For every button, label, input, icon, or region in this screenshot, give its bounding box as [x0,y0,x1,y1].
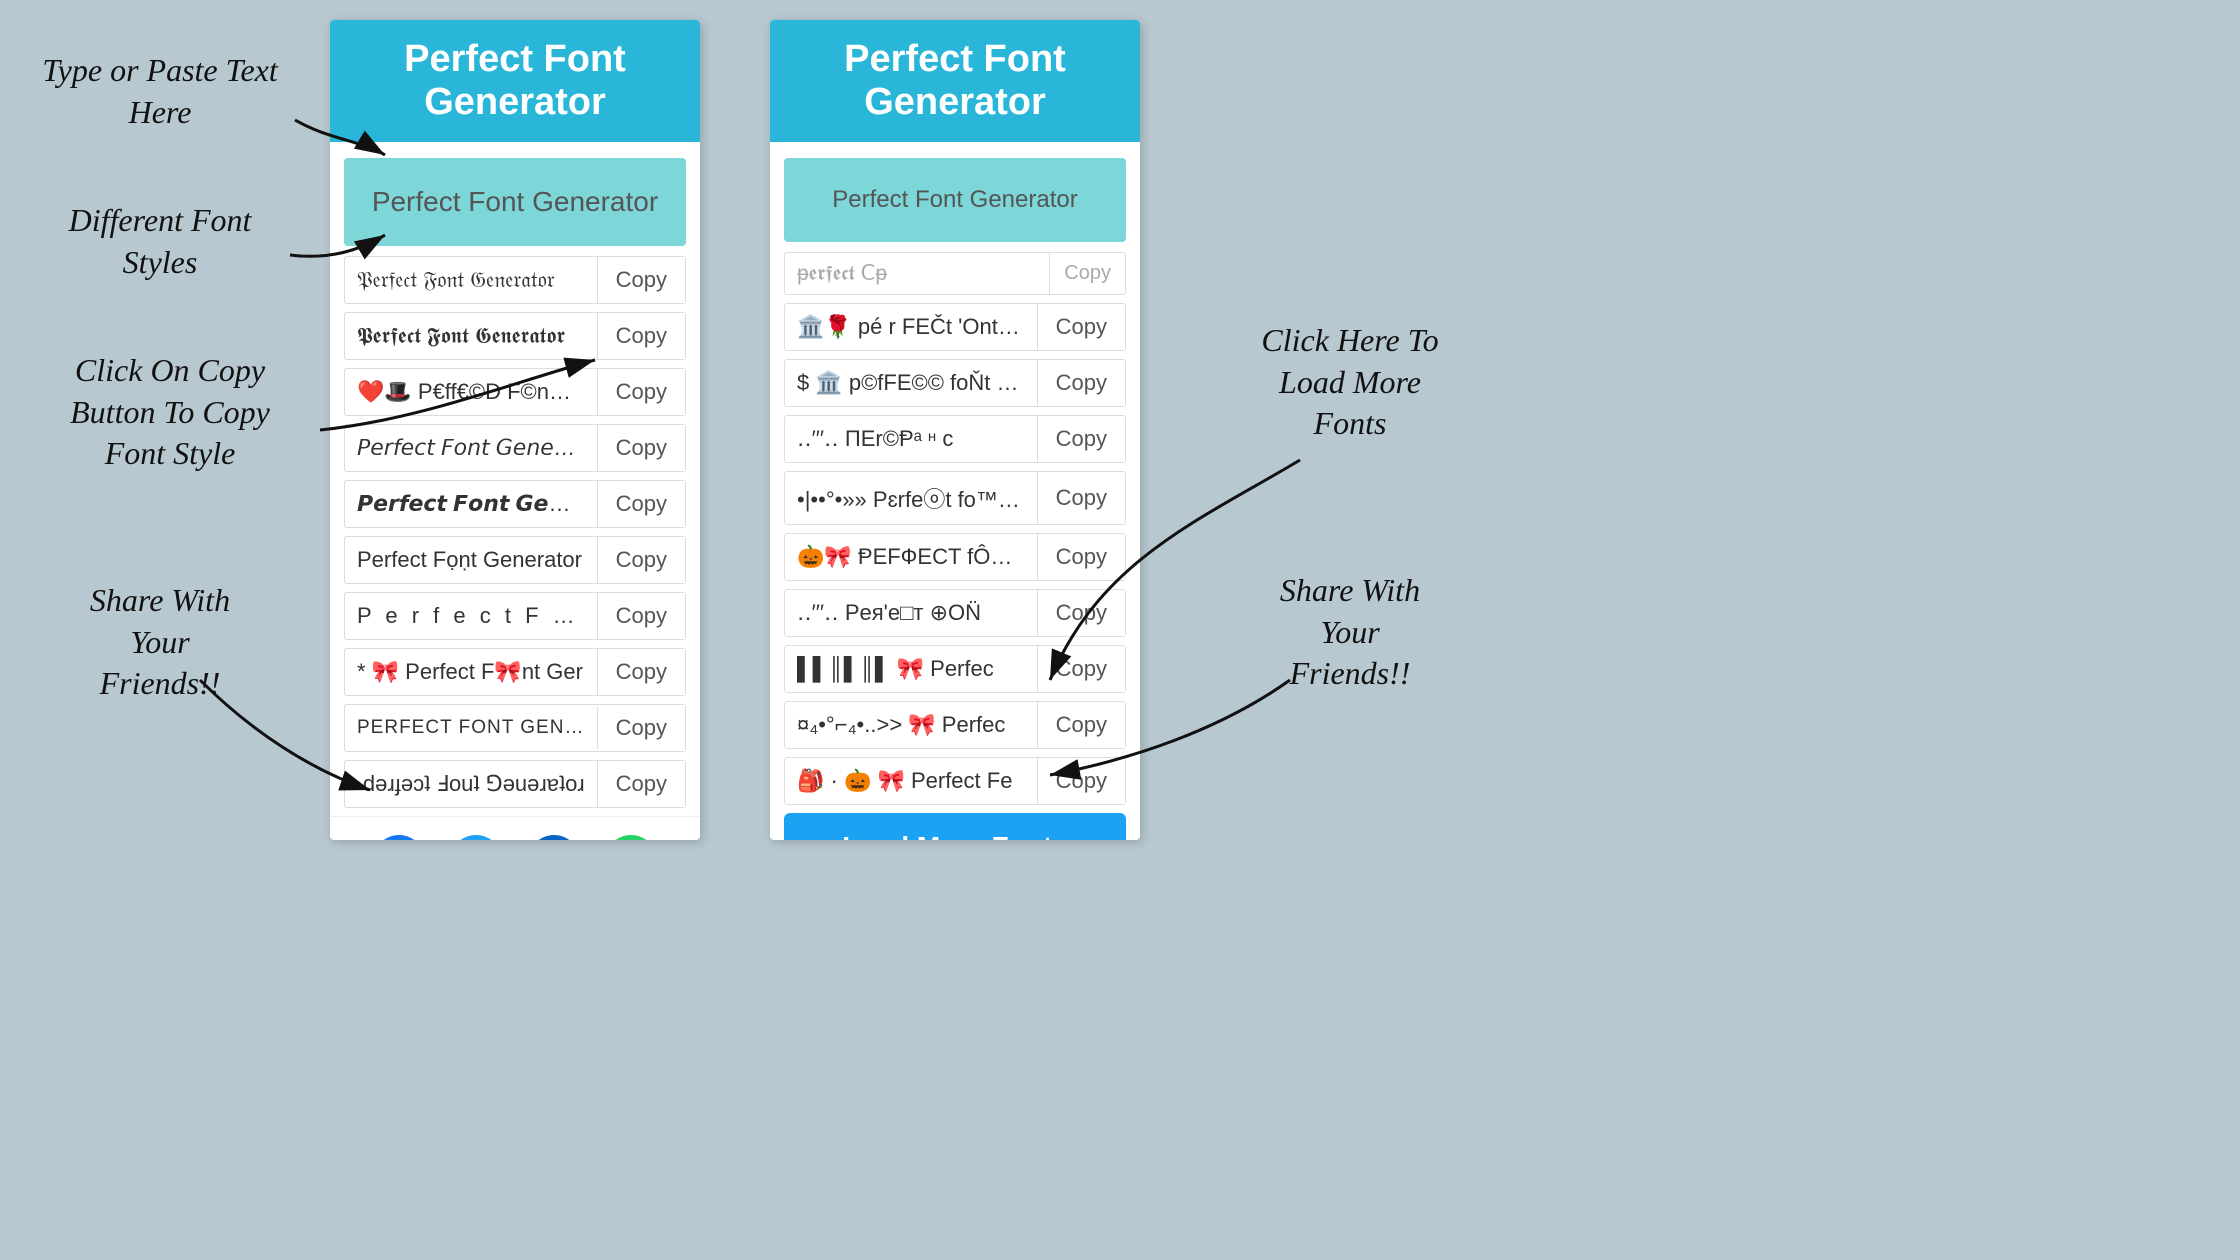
left-panel-header: Perfect Font Generator [330,20,700,142]
font-text: ❤️🎩 P€ff€©D F©n© g€ [345,369,598,415]
table-row: ¤₄•°⌐₄•..>> 🎀 Perfec Copy [784,701,1126,749]
copy-button[interactable]: Copy [1038,702,1125,748]
copy-button[interactable]: Copy [1038,475,1125,521]
copy-button-faded[interactable]: Copy [1050,254,1125,293]
font-text: Perfect Fọṇt Generator [345,537,598,583]
copy-button[interactable]: Copy [598,313,685,359]
font-text: ¤₄•°⌐₄•..>> 🎀 Perfec [785,702,1038,748]
right-panel: Perfect Font Generator Perfect Font Gene… [770,20,1140,840]
annotation-type-paste: Type or Paste TextHere [30,50,290,133]
left-panel-title: Perfect Font Generator [350,38,680,124]
copy-button[interactable]: Copy [598,593,685,639]
copy-button[interactable]: Copy [1038,416,1125,462]
table-row: 𝘗𝘦𝘳𝘧𝘦𝘤𝘵 𝘍𝘰𝘯𝘵 𝘎𝘦𝘯𝘦𝘳𝘢𝘵 Copy [344,424,686,472]
right-input-area[interactable]: Perfect Font Generator [784,158,1126,242]
font-text: •|••°•»» Pɛrfeⓞt fo™ ge⊗ [785,472,1038,524]
table-row: ᵽ𝖊𝖗𝖋𝖊𝖈𝖙 Ⅽᵽ Copy [784,252,1126,295]
right-panel-title: Perfect Font Generator [790,38,1120,124]
font-text: PERFECT FONT GENERATOR [345,707,598,749]
table-row: 🏛️🌹 pé r FEČt 'Ont gEŃ Copy [784,303,1126,351]
copy-button[interactable]: Copy [1038,360,1125,406]
table-row: ‥′′′‥ Pея'е□т ⊕ON̈ Copy [784,589,1126,637]
copy-button[interactable]: Copy [1038,758,1125,804]
copy-button[interactable]: Copy [598,425,685,471]
copy-button[interactable]: Copy [598,537,685,583]
table-row: ‥′′′‥ ΠEr©Ᵽᵃ ᵸ c Copy [784,415,1126,463]
copy-button[interactable]: Copy [1038,590,1125,636]
font-text: ɹoʇɐɹǝuǝ⅁ ʇuoℲ ʇɔǝɟɹǝd [345,761,598,807]
table-row: PERFECT FONT GENERATOR Copy [344,704,686,752]
font-text: ▌▌║▌║▌ 🎀 Perfec [785,646,1038,692]
left-panel: Perfect Font Generator Perfect Font Gene… [330,20,700,840]
table-row: * 🎀 Perfect F🎀nt Ger Copy [344,648,686,696]
annotation-different-fonts: Different FontStyles [30,200,290,283]
table-row: $ 🏛️ p©fFE©© foŇt ɠ🖛 Copy [784,359,1126,407]
font-text: P e r f e c t F o n t [345,593,598,639]
table-row: 𝕻𝖊𝖗𝖋𝖊𝖈𝖙 𝕱𝖔𝖓𝖙 𝕲𝖊𝖓𝖊𝖗𝖆𝖙𝖔𝖗 Copy [344,312,686,360]
copy-button[interactable]: Copy [598,705,685,751]
table-row: P e r f e c t F o n t Copy [344,592,686,640]
annotation-share-left: Share WithYourFriends!! [30,580,290,705]
copy-button[interactable]: Copy [1038,304,1125,350]
right-font-list: ᵽ𝖊𝖗𝖋𝖊𝖈𝖙 Ⅽᵽ Copy 🏛️🌹 pé r FEČt 'Ont gEŃ C… [770,252,1140,805]
font-text: ‥′′′‥ ΠEr©Ᵽᵃ ᵸ c [785,416,1038,462]
font-text: 🎒 · 🎃 🎀 Perfect Fe [785,758,1038,804]
font-text: * 🎀 Perfect F🎀nt Ger [345,649,598,695]
annotation-share-right: Share WithYourFriends!! [1220,570,1480,695]
table-row: 🎃🎀 ⱣEFФECT fÔNt g Copy [784,533,1126,581]
font-text: 𝔓𝔢𝔯𝔣𝔢𝔠𝔱 𝔉𝔬𝔫𝔱 𝔊𝔢𝔫𝔢𝔯𝔞𝔱𝔬𝔯 [345,257,598,303]
font-text: 🎃🎀 ⱣEFФECT fÔNt g [785,534,1038,580]
left-input-area[interactable]: Perfect Font Generator [344,158,686,246]
facebook-share-button[interactable] [373,835,425,840]
font-text: 🏛️🌹 pé r FEČt 'Ont gEŃ [785,304,1038,350]
table-row: ɹoʇɐɹǝuǝ⅁ ʇuoℲ ʇɔǝɟɹǝd Copy [344,760,686,808]
annotation-click-load: Click Here ToLoad MoreFonts [1210,320,1490,445]
load-more-button[interactable]: Load More Fonts [784,813,1126,840]
table-row: ▌▌║▌║▌ 🎀 Perfec Copy [784,645,1126,693]
font-text: 𝘗𝘦𝘳𝘧𝘦𝘤𝘵 𝘍𝘰𝘯𝘵 𝘎𝘦𝘯𝘦𝘳𝘢𝘵 [345,425,598,471]
copy-button[interactable]: Copy [598,481,685,527]
table-row: Perfect Fọṇt Generator Copy [344,536,686,584]
whatsapp-share-button[interactable] [605,835,657,840]
font-text: ᵽ𝖊𝖗𝖋𝖊𝖈𝖙 Ⅽᵽ [785,253,1050,294]
table-row: 𝔓𝔢𝔯𝔣𝔢𝔠𝔱 𝔉𝔬𝔫𝔱 𝔊𝔢𝔫𝔢𝔯𝔞𝔱𝔬𝔯 Copy [344,256,686,304]
font-text: ‥′′′‥ Pея'е□т ⊕ON̈ [785,590,1038,636]
copy-button[interactable]: Copy [1038,534,1125,580]
copy-button[interactable]: Copy [598,369,685,415]
font-text: 𝙋𝙚𝙧𝙛𝙚𝙘𝙩 𝙁𝙤𝙣𝙩 𝙂𝙚𝙣𝙚𝙧𝙖𝙩𝙤 [345,481,598,527]
table-row: ❤️🎩 P€ff€©D F©n© g€ Copy [344,368,686,416]
copy-button[interactable]: Copy [598,761,685,807]
left-font-list: 𝔓𝔢𝔯𝔣𝔢𝔠𝔱 𝔉𝔬𝔫𝔱 𝔊𝔢𝔫𝔢𝔯𝔞𝔱𝔬𝔯 Copy 𝕻𝖊𝖗𝖋𝖊𝖈𝖙 𝕱𝖔𝖓𝖙… [330,256,700,808]
twitter-share-button[interactable] [450,835,502,840]
copy-button[interactable]: Copy [598,257,685,303]
right-panel-header: Perfect Font Generator [770,20,1140,142]
copy-button[interactable]: Copy [598,649,685,695]
font-text: 𝕻𝖊𝖗𝖋𝖊𝖈𝖙 𝕱𝖔𝖓𝖙 𝕲𝖊𝖓𝖊𝖗𝖆𝖙𝖔𝖗 [345,313,598,359]
font-text: $ 🏛️ p©fFE©© foŇt ɠ🖛 [785,360,1038,406]
copy-button[interactable]: Copy [1038,646,1125,692]
table-row: 𝙋𝙚𝙧𝙛𝙚𝙘𝙩 𝙁𝙤𝙣𝙩 𝙂𝙚𝙣𝙚𝙧𝙖𝙩𝙤 Copy [344,480,686,528]
table-row: 🎒 · 🎃 🎀 Perfect Fe Copy [784,757,1126,805]
table-row: •|••°•»» Pɛrfeⓞt fo™ ge⊗ Copy [784,471,1126,525]
annotation-click-copy: Click On CopyButton To CopyFont Style [30,350,310,475]
social-share-bar [330,816,700,840]
linkedin-share-button[interactable] [528,835,580,840]
